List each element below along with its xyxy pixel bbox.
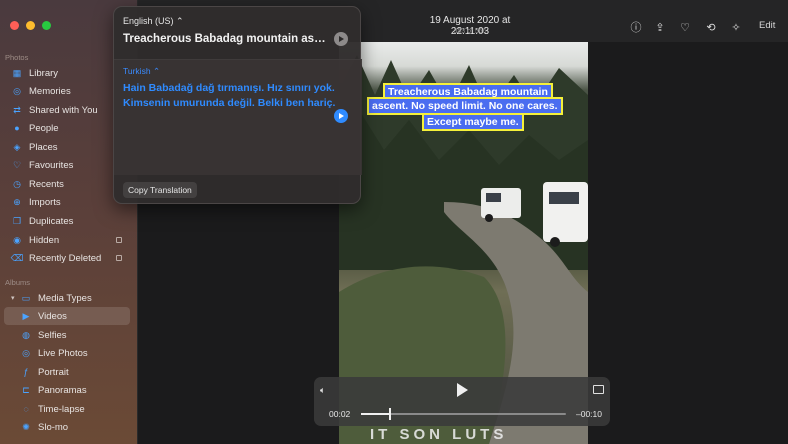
sidebar-item-label: Places — [29, 141, 58, 153]
time-lapse-icon: ◌ — [23, 404, 29, 414]
airplay-icon[interactable] — [593, 385, 604, 394]
video-controls: 🔈︎ 00:02 –00:10 — [314, 377, 610, 426]
source-text: Treacherous Babadag mountain asc... — [123, 33, 328, 45]
photo-count: 353 of 566 — [453, 28, 487, 35]
target-language-selector[interactable]: Turkish ⌃ — [123, 66, 160, 77]
sidebar-item-label: Recently Deleted — [29, 252, 102, 264]
sidebar-item-label: Recents — [29, 178, 64, 190]
play-source-audio-icon[interactable] — [334, 32, 348, 46]
scrubber[interactable] — [361, 408, 566, 420]
sidebar-item-library[interactable]: ▦ Library — [4, 64, 130, 82]
share-icon[interactable]: ⇪ — [653, 20, 667, 34]
volume-icon[interactable]: 🔈︎ — [320, 385, 325, 396]
sidebar-item-label: Imports — [29, 196, 61, 208]
play-icon[interactable] — [457, 383, 468, 397]
sidebar-item-label: Favourites — [29, 159, 74, 171]
duplicates-icon: ❐ — [12, 215, 22, 226]
sidebar-item-label: Media Types — [38, 292, 92, 304]
source-language-label: English (US) — [123, 16, 174, 26]
imports-icon: ⊕ — [13, 196, 21, 207]
trash-icon: ⌫ — [10, 252, 24, 263]
sidebar-item-portrait[interactable]: ƒ Portrait — [4, 363, 130, 381]
sidebar-item-favourites[interactable]: ♡ Favourites — [4, 156, 130, 174]
video-overlay-text: IT SON LUTS — [370, 426, 508, 443]
chevron-updown-icon: ⌃ — [176, 16, 184, 26]
sidebar-item-videos[interactable]: ▶ Videos — [4, 307, 130, 325]
window-controls — [10, 21, 51, 30]
sidebar-item-imports[interactable]: ⊕ Imports — [4, 193, 130, 211]
lock-icon — [116, 255, 122, 261]
heart-icon: ♡ — [12, 159, 22, 170]
sidebar-item-label: Portrait — [38, 366, 69, 378]
current-time: 00:02 — [329, 409, 351, 419]
heart-icon[interactable]: ♡ — [678, 20, 692, 34]
sidebar-item-hidden[interactable]: ◉ Hidden — [4, 231, 130, 249]
scrubber-progress — [361, 413, 390, 415]
portrait-icon: ƒ — [23, 367, 29, 377]
video-icon: ▶ — [22, 310, 30, 321]
selfie-icon: ◍ — [22, 329, 30, 340]
sidebar-item-label: Hidden — [29, 234, 60, 246]
info-icon[interactable]: ⓘ — [629, 20, 643, 34]
sidebar-item-label: Live Photos — [38, 347, 88, 359]
sidebar-item-label: Duplicates — [29, 215, 74, 227]
minimize-window-button[interactable] — [26, 21, 35, 30]
people-icon: ● — [14, 123, 20, 133]
enhance-icon[interactable]: ✧ — [729, 20, 743, 34]
places-icon: ◈ — [13, 141, 21, 152]
translated-text: Hain Babadağ dağ tırmanışı. Hız sınırı y… — [123, 82, 336, 109]
remaining-time: –00:10 — [576, 409, 602, 419]
translation-area — [114, 60, 362, 175]
sidebar-item-panoramas[interactable]: ⊏ Panoramas — [4, 381, 130, 399]
photos-section-header: Photos — [5, 53, 29, 62]
sidebar-item-recents[interactable]: ◷ Recents — [4, 175, 130, 193]
close-window-button[interactable] — [10, 21, 19, 30]
sidebar-item-slo-mo[interactable]: ✺ Slo-mo — [4, 418, 130, 436]
copy-translation-button[interactable]: Copy Translation — [123, 182, 197, 198]
sidebar-item-label: Memories — [29, 85, 71, 97]
scrubber-handle[interactable] — [388, 408, 391, 420]
folder-icon: ▭ — [21, 292, 31, 303]
chevron-updown-icon: ⌃ — [152, 66, 161, 76]
target-language-label: Turkish — [123, 66, 151, 76]
sidebar-item-selfies[interactable]: ◍ Selfies — [4, 326, 130, 344]
slo-mo-icon: ✺ — [22, 421, 30, 432]
sidebar-item-label: Videos — [38, 310, 67, 322]
sidebar-item-label: Shared with You — [29, 104, 98, 116]
sidebar-item-media-types[interactable]: ▾ ▭ Media Types — [4, 289, 130, 307]
albums-section-header: Albums — [5, 278, 31, 287]
source-language-selector[interactable]: English (US) ⌃ — [123, 16, 184, 27]
edit-button[interactable]: Edit — [759, 20, 775, 31]
sidebar-item-live-photos[interactable]: ◎ Live Photos — [4, 344, 130, 362]
sidebar-item-label: Selfies — [38, 329, 67, 341]
rotate-icon[interactable]: ⟲ — [704, 20, 718, 34]
play-translation-audio-icon[interactable] — [334, 109, 348, 123]
sidebar-item-places[interactable]: ◈ Places — [4, 138, 130, 156]
clock-icon: ◷ — [13, 178, 21, 189]
memories-icon: ◎ — [13, 85, 21, 96]
sidebar-item-recently-deleted[interactable]: ⌫ Recently Deleted — [4, 249, 130, 267]
sidebar-item-label: Panoramas — [38, 384, 87, 396]
sidebar-item-shared-with-you[interactable]: ⇄ Shared with You — [4, 101, 130, 119]
chevron-down-icon[interactable]: ▾ — [11, 294, 17, 302]
zoom-window-button[interactable] — [42, 21, 51, 30]
ocr-text-line[interactable]: Except maybe me. — [422, 113, 524, 131]
sidebar-item-duplicates[interactable]: ❐ Duplicates — [4, 212, 130, 230]
translation-popover: English (US) ⌃ Treacherous Babadag mount… — [113, 6, 362, 204]
sidebar-item-people[interactable]: ● People — [4, 119, 130, 137]
panorama-icon: ⊏ — [22, 384, 30, 395]
library-icon: ▦ — [12, 67, 22, 78]
sidebar-item-label: Slo-mo — [38, 421, 69, 433]
live-photo-icon: ◎ — [22, 347, 30, 358]
sidebar-item-label: Time-lapse — [38, 403, 85, 415]
sidebar-item-time-lapse[interactable]: ◌ Time-lapse — [4, 400, 130, 418]
sidebar-item-memories[interactable]: ◎ Memories — [4, 82, 130, 100]
shared-icon: ⇄ — [13, 104, 21, 115]
sidebar-item-label: Library — [29, 67, 59, 79]
lock-icon — [116, 237, 122, 243]
sidebar-item-label: People — [29, 122, 59, 134]
hidden-icon: ◉ — [13, 234, 21, 245]
